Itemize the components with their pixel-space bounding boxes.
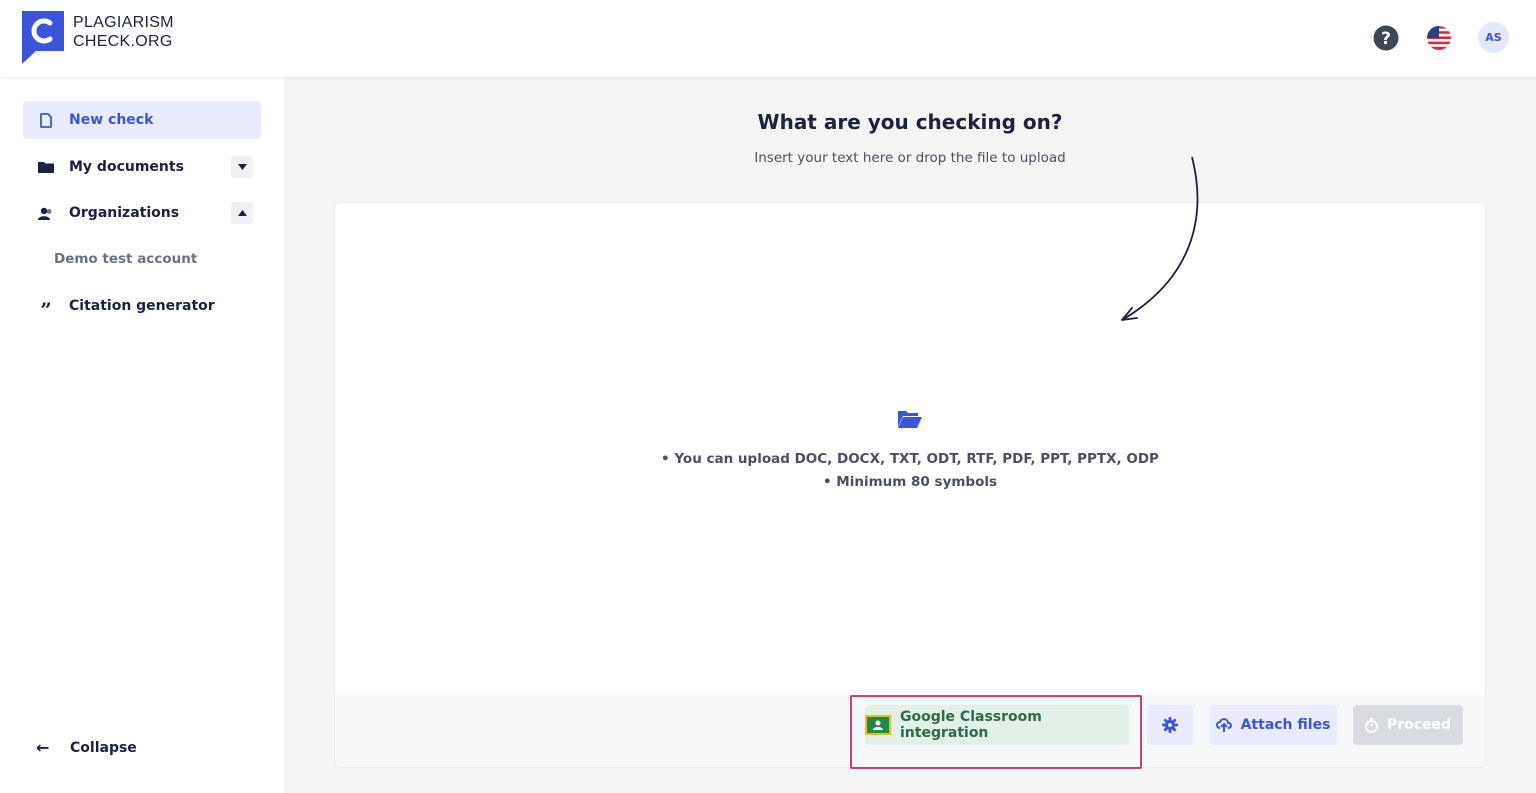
open-folder-icon (898, 411, 922, 428)
sidebar-item-my-documents[interactable]: My documents (23, 148, 261, 186)
sidebar-subitem-demo-test-account[interactable]: Demo test account (54, 251, 197, 267)
sidebar-item-label: Citation generator (69, 298, 215, 314)
text-dropzone[interactable]: • You can upload DOC, DOCX, TXT, ODT, RT… (334, 202, 1486, 768)
stopwatch-icon (1365, 717, 1378, 733)
sidebar-item-new-check[interactable]: New check (23, 101, 261, 139)
page-subtitle: Insert your text here or drop the file t… (754, 150, 1066, 166)
svg-text:?: ? (1381, 29, 1391, 49)
sidebar-item-organizations[interactable]: Organizations (23, 194, 261, 232)
attach-files-button[interactable]: Attach files (1209, 705, 1337, 745)
logo[interactable]: PLAGIARISM CHECK.ORG (22, 11, 174, 64)
avatar[interactable]: AS (1478, 22, 1509, 53)
collapse-button[interactable]: ← Collapse (36, 738, 137, 757)
chevron-up-icon[interactable] (231, 202, 253, 224)
gear-icon (1162, 717, 1178, 733)
highlight-box (850, 695, 1142, 769)
upload-cloud-icon (1215, 718, 1232, 732)
top-header: PLAGIARISM CHECK.ORG ? AS (0, 0, 1536, 77)
hint-formats: • You can upload DOC, DOCX, TXT, ODT, RT… (661, 451, 1159, 467)
hint-arrow-icon (1121, 156, 1199, 321)
settings-button[interactable] (1147, 705, 1193, 745)
logo-line2: CHECK.ORG (73, 33, 173, 50)
collapse-label: Collapse (70, 739, 137, 756)
proceed-button[interactable]: Proceed (1353, 705, 1463, 745)
folder-icon (23, 161, 69, 173)
sidebar-item-label: New check (69, 112, 154, 128)
question-circle-icon[interactable]: ? (1373, 25, 1399, 51)
sidebar-item-citation-generator[interactable]: ” Citation generator (23, 287, 261, 325)
attach-files-label: Attach files (1240, 717, 1331, 733)
sidebar: New check My documents Organizations Dem… (0, 77, 284, 793)
upload-hints: • You can upload DOC, DOCX, TXT, ODT, RT… (335, 448, 1485, 494)
users-icon (23, 207, 69, 220)
us-flag-icon[interactable] (1427, 26, 1451, 50)
chevron-down-icon[interactable] (231, 156, 253, 178)
arrow-left-icon: ← (36, 738, 50, 757)
quote-icon: ” (40, 298, 52, 322)
logo-text: PLAGIARISM CHECK.ORG (73, 13, 174, 51)
document-icon (23, 112, 69, 128)
page-title: What are you checking on? (757, 110, 1063, 134)
logo-line1: PLAGIARISM (73, 14, 174, 31)
hint-minimum: • Minimum 80 symbols (822, 474, 998, 490)
proceed-label: Proceed (1386, 717, 1452, 733)
logo-mark-icon (22, 11, 64, 64)
